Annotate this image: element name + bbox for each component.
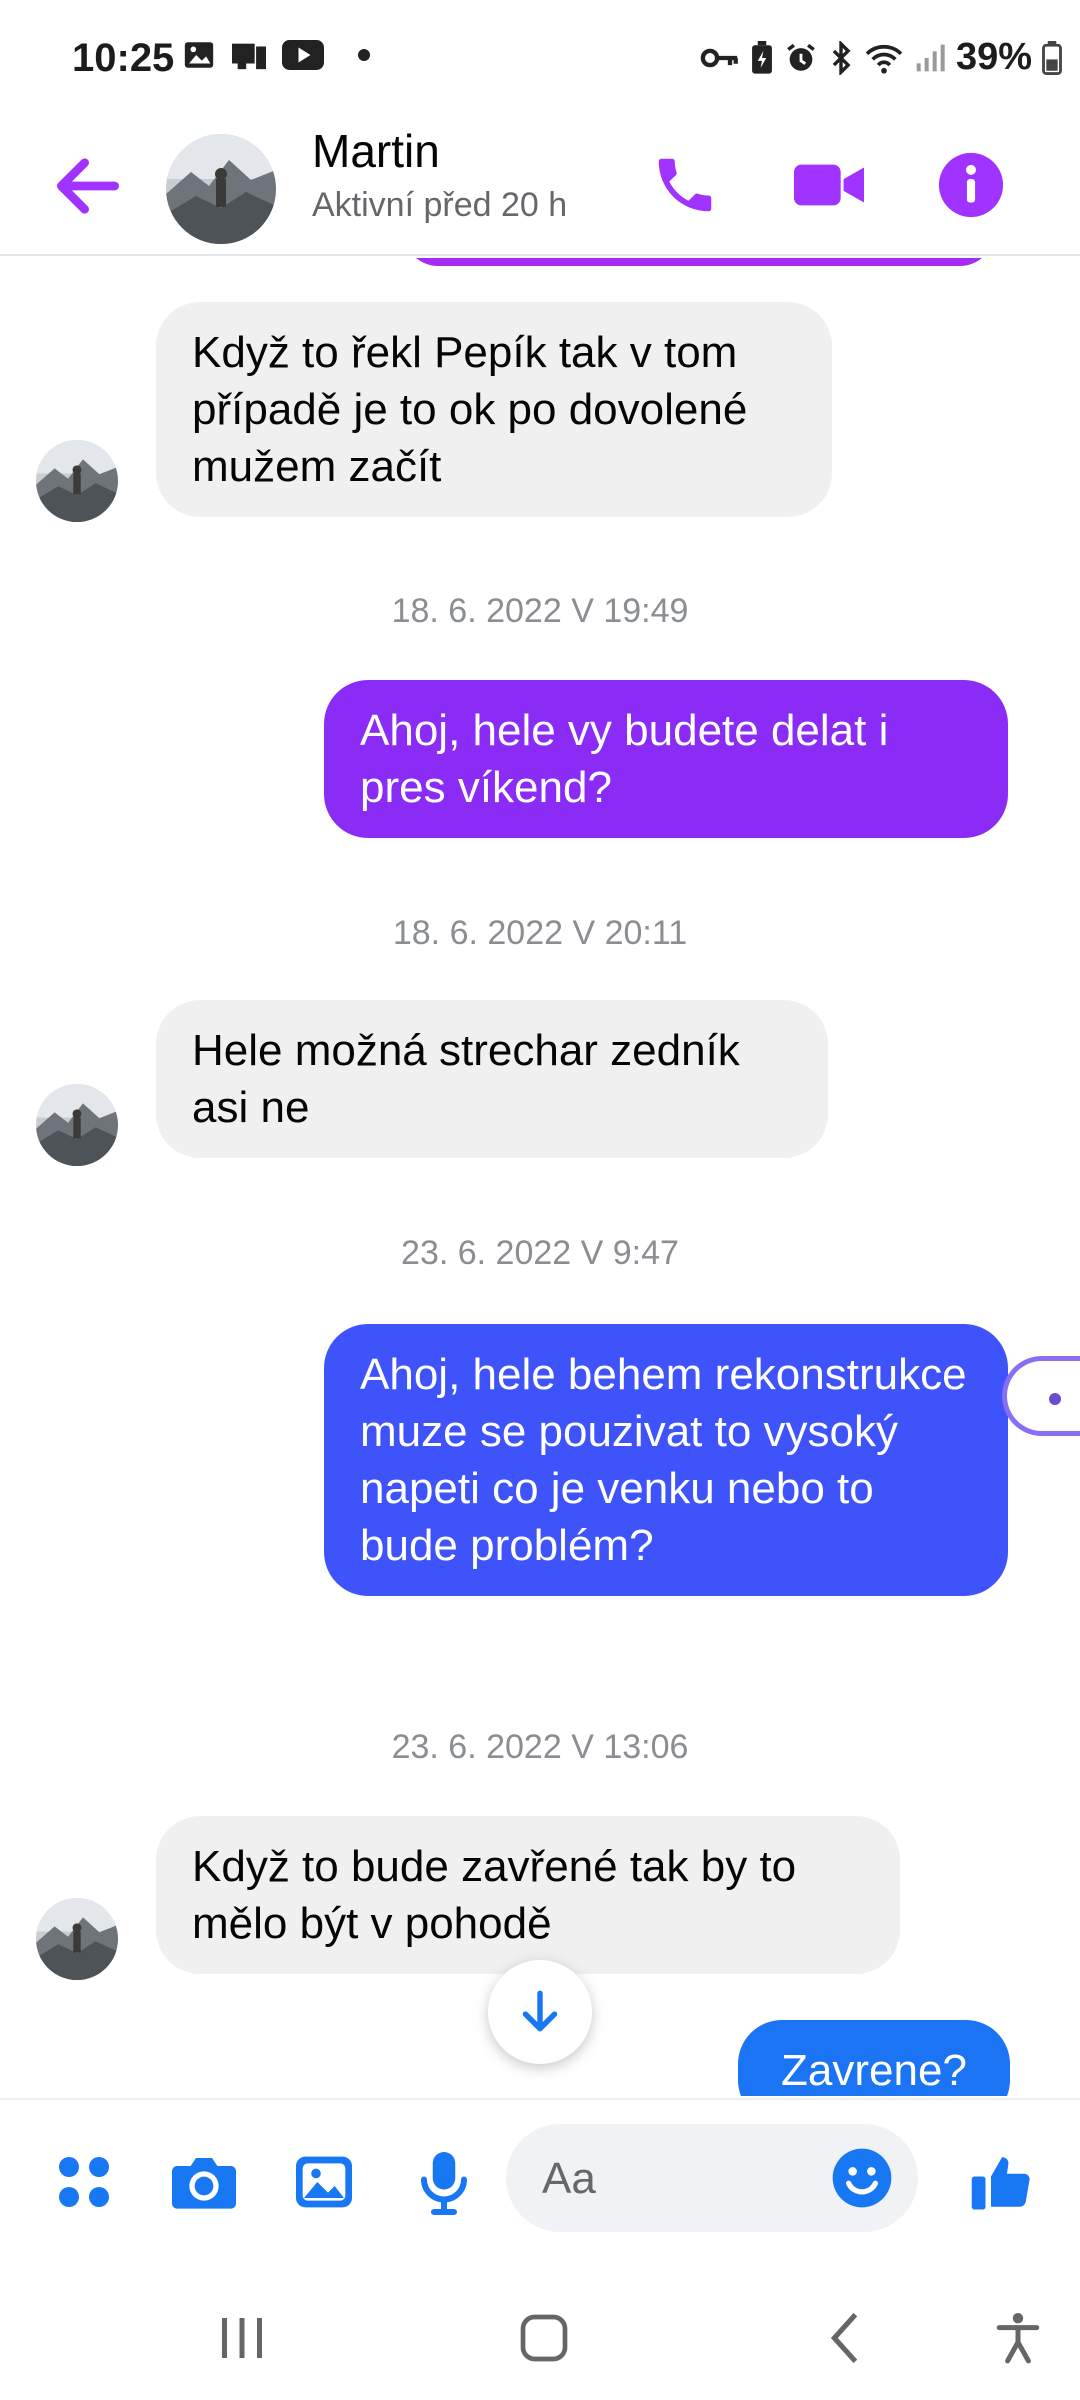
- phone-icon: [658, 158, 712, 212]
- conversation-header: Martin Aktivní před 20 h: [0, 120, 1080, 256]
- camera-icon: [172, 2158, 236, 2209]
- back-button[interactable]: [48, 146, 128, 226]
- message-composer: Aa: [0, 2098, 1080, 2258]
- message-input-placeholder: Aa: [542, 2154, 596, 2203]
- outgoing-message-bubble[interactable]: Ahoj, hele behem rekonstrukce muze se po…: [324, 1324, 1008, 1596]
- thumbs-up-icon: [971, 2157, 1030, 2210]
- battery-level: 39%: [955, 36, 1032, 78]
- chevron-left-icon: [830, 2312, 858, 2364]
- previous-message-bubble-partial[interactable]: [404, 258, 994, 266]
- system-icons: 39%: [700, 36, 1062, 79]
- device-notification-icon: [232, 43, 266, 70]
- battery-icon: [1042, 40, 1062, 75]
- recent-apps-icon: [222, 2318, 262, 2358]
- status-bar: 10:25 39%: [0, 0, 1080, 120]
- home-button[interactable]: [504, 2298, 584, 2378]
- sender-avatar[interactable]: [36, 1084, 118, 1166]
- accessibility-button[interactable]: [978, 2298, 1058, 2378]
- youtube-notification-icon: [282, 40, 324, 70]
- messenger-conversation-screen: 10:25 39% Martin Aktivní před 20 h Když …: [0, 0, 1080, 2400]
- accessibility-icon: [996, 2313, 1040, 2364]
- arrow-down-icon: [522, 1990, 558, 2032]
- recent-apps-button[interactable]: [202, 2298, 282, 2378]
- signal-icon: [916, 44, 945, 71]
- floating-assistant-bubble[interactable]: [1002, 1356, 1080, 1436]
- scroll-to-bottom-button[interactable]: [488, 1960, 592, 2064]
- video-call-button[interactable]: [784, 140, 874, 230]
- voice-message-button[interactable]: [402, 2140, 486, 2224]
- vpn-key-icon: [700, 48, 738, 67]
- wifi-icon: [865, 44, 903, 74]
- message-input[interactable]: Aa: [506, 2124, 918, 2232]
- info-icon: [938, 152, 1004, 218]
- video-icon: [794, 164, 864, 206]
- system-navigation-bar: [0, 2258, 1080, 2400]
- status-time: 10:25: [72, 36, 175, 80]
- message-timestamp: 23. 6. 2022 V 9:47: [401, 1234, 679, 1272]
- gallery-notification-icon: [184, 42, 214, 68]
- contact-active-status: Aktivní před 20 h: [312, 186, 568, 224]
- incoming-message-bubble[interactable]: Když to řekl Pepík tak v tom případě je …: [156, 302, 832, 517]
- conversation-info-button[interactable]: [926, 140, 1016, 230]
- message-timestamp: 18. 6. 2022 V 20:11: [392, 914, 688, 952]
- gallery-icon: [296, 2156, 352, 2208]
- incoming-message-bubble[interactable]: Hele možná strechar zedník asi ne: [156, 1000, 828, 1158]
- home-icon: [520, 2314, 568, 2362]
- apps-icon: [59, 2157, 109, 2207]
- notification-icons: [182, 38, 370, 72]
- outgoing-message-bubble[interactable]: Ahoj, hele vy budete delat i pres víkend…: [324, 680, 1008, 838]
- voice-call-button[interactable]: [640, 140, 730, 230]
- battery-saver-icon: [752, 40, 772, 74]
- arrow-back-icon: [57, 158, 119, 214]
- more-actions-button[interactable]: [42, 2140, 126, 2224]
- message-list[interactable]: Když to řekl Pepík tak v tom případě je …: [0, 258, 1080, 2096]
- incoming-message-bubble[interactable]: Když to bude zavřené tak by to mělo být …: [156, 1816, 900, 1974]
- gallery-button[interactable]: [282, 2140, 366, 2224]
- outgoing-message-bubble[interactable]: Zavrene?: [738, 2020, 1010, 2096]
- message-timestamp: 18. 6. 2022 V 19:49: [391, 592, 689, 630]
- back-nav-button[interactable]: [806, 2298, 886, 2378]
- message-timestamp: 23. 6. 2022 V 13:06: [391, 1728, 689, 1766]
- more-notifications-dot: [358, 49, 370, 61]
- contact-avatar[interactable]: [166, 134, 276, 244]
- like-button[interactable]: [960, 2140, 1044, 2224]
- camera-button[interactable]: [162, 2140, 246, 2224]
- emoji-button[interactable]: [830, 2146, 894, 2215]
- sender-avatar[interactable]: [36, 1898, 118, 1980]
- bluetooth-icon: [832, 40, 851, 75]
- mic-icon: [421, 2152, 467, 2215]
- contact-name[interactable]: Martin: [312, 124, 440, 178]
- alarm-icon: [787, 43, 815, 71]
- sender-avatar[interactable]: [36, 440, 118, 522]
- emoji-icon: [832, 2148, 892, 2208]
